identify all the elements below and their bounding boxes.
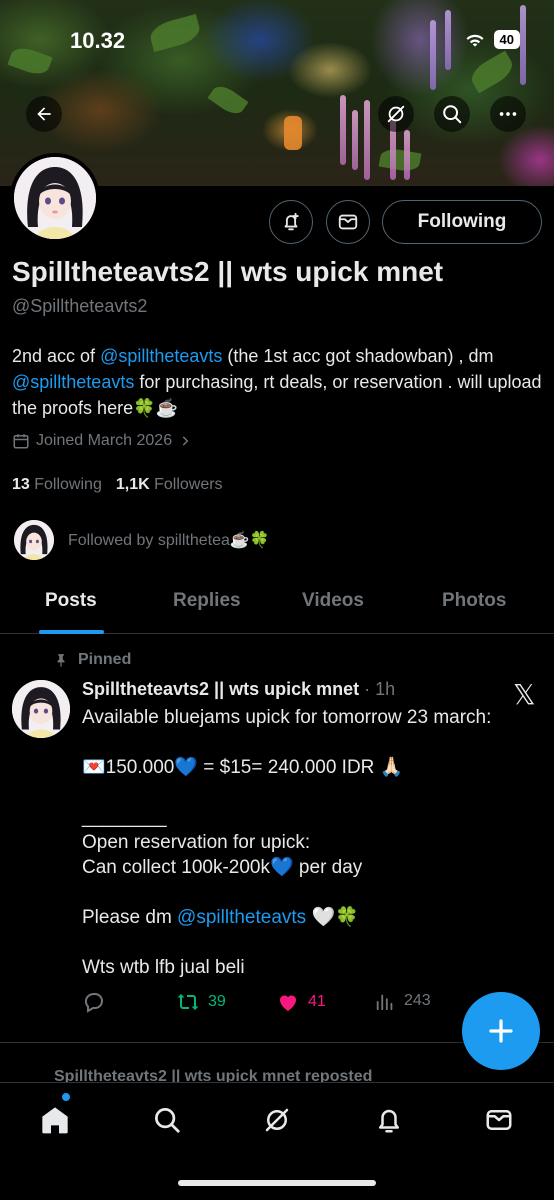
post-text: Available bluejams upick for tomorrow 23… — [82, 705, 542, 980]
post-time: · 1h — [359, 679, 396, 699]
bio-text: 2nd acc of — [12, 346, 101, 366]
pin-icon — [57, 654, 65, 667]
battery-indicator: 40 — [493, 30, 520, 49]
grok-icon — [265, 1108, 289, 1132]
banner-leaf — [7, 43, 53, 79]
nav-grok[interactable] — [260, 1103, 294, 1137]
tab-videos[interactable]: Videos — [302, 590, 364, 612]
following-button[interactable]: Following — [382, 200, 542, 244]
follow-counts: 13 Following 1,1K Followers — [12, 476, 223, 494]
bio-text: (the 1st acc got shadowban) , dm — [222, 346, 494, 366]
post-line: Please dm @spilltheteavts 🤍🍀 — [82, 907, 359, 928]
followed-by-text: Followed by spillthetea☕🍀 — [68, 532, 270, 549]
active-tab-indicator — [39, 630, 104, 634]
search-button[interactable] — [434, 96, 470, 132]
bell-icon — [379, 1109, 399, 1133]
banner-wisteria — [445, 10, 451, 70]
reply-button[interactable] — [82, 990, 106, 1014]
banner-leaf — [466, 50, 518, 94]
profile-avatar[interactable] — [10, 153, 100, 243]
compose-button[interactable] — [462, 992, 540, 1070]
status-time: 10.32 — [70, 28, 126, 53]
home-unread-dot — [62, 1093, 70, 1101]
post-line: Can collect 100k-200k💙 per day — [82, 857, 363, 878]
post-line: Wts wtb lfb jual beli — [82, 957, 245, 978]
banner-wisteria — [364, 100, 370, 180]
nav-notifications[interactable] — [372, 1103, 406, 1137]
banner-leaf — [378, 146, 422, 174]
notify-button[interactable] — [269, 200, 313, 244]
avatar-illustration — [14, 520, 54, 560]
wifi-icon — [465, 34, 484, 47]
profile-name: Spilltheteavts2 || wts upick mnet — [12, 256, 444, 287]
more-button[interactable] — [490, 96, 526, 132]
like-button[interactable]: 41 — [276, 990, 326, 1014]
post-header: Spilltheteavts2 || wts upick mnet · 1h — [82, 679, 395, 700]
banner-leaf — [147, 13, 203, 53]
pinned-label: Pinned — [54, 651, 131, 669]
profile-handle: @Spilltheteavts2 — [12, 296, 148, 316]
repost-count: 39 — [208, 993, 226, 1010]
tab-posts[interactable]: Posts — [45, 590, 97, 612]
back-arrow-icon — [37, 107, 51, 121]
heart-icon — [280, 995, 296, 1011]
calendar-icon — [13, 434, 29, 449]
nav-messages[interactable] — [482, 1103, 516, 1137]
followers-count-link[interactable]: 1,1K Followers — [116, 476, 223, 494]
banner-leaf — [207, 81, 249, 119]
post-line: 💌150.000💙 = $15= 240.000 IDR 🙏🏻 — [82, 757, 404, 778]
nav-search[interactable] — [150, 1103, 184, 1137]
notify-bell-plus-icon — [284, 212, 299, 231]
banner-wisteria — [430, 20, 436, 90]
avatar-illustration — [12, 680, 70, 738]
chevron-right-icon — [182, 436, 189, 446]
tab-photos[interactable]: Photos — [442, 590, 506, 612]
joined-date[interactable]: Joined March 2026 — [12, 432, 192, 450]
mail-icon — [486, 1110, 512, 1130]
post-mention-link[interactable]: @spilltheteavts — [177, 907, 306, 928]
back-button[interactable] — [26, 96, 62, 132]
message-button[interactable] — [326, 200, 370, 244]
nav-home[interactable] — [38, 1103, 72, 1137]
views-icon — [376, 994, 393, 1011]
banner-wisteria — [520, 5, 526, 85]
search-icon — [443, 105, 462, 124]
more-icon — [499, 112, 517, 116]
profile-bio: 2nd acc of @spilltheteavts (the 1st acc … — [12, 343, 542, 421]
bio-mention-link[interactable]: @spilltheteavts — [100, 346, 222, 366]
avatar-illustration — [14, 157, 96, 239]
banner-lantern — [284, 116, 302, 150]
search-icon — [155, 1108, 180, 1133]
banner-wisteria — [404, 130, 410, 180]
bio-mention-link[interactable]: @spilltheteavts — [12, 372, 134, 392]
views-button[interactable]: 243 — [374, 990, 431, 1012]
repost-icon — [177, 994, 199, 1010]
post-line: Open reservation for upick: — [82, 832, 311, 853]
grok-button[interactable] — [378, 96, 414, 132]
reply-icon — [84, 993, 103, 1013]
banner-wisteria — [340, 95, 346, 165]
banner-wisteria — [352, 110, 358, 170]
following-count-link[interactable]: 13 Following — [12, 476, 102, 494]
joined-text: Joined March 2026 — [36, 432, 173, 449]
grok-icon — [387, 105, 405, 123]
post-line: Available bluejams upick for tomorrow 23… — [82, 707, 492, 728]
post-author-avatar[interactable] — [12, 680, 70, 738]
status-indicators: 40 — [464, 30, 520, 49]
view-count: 243 — [404, 992, 431, 1009]
compose-plus-icon — [489, 1019, 513, 1043]
post-author-name[interactable]: Spilltheteavts2 || wts upick mnet — [82, 679, 359, 699]
tab-replies[interactable]: Replies — [173, 590, 241, 612]
message-icon — [338, 214, 358, 230]
profile-tabs: Posts Replies Videos Photos — [0, 576, 554, 634]
follower-avatar — [14, 520, 54, 560]
repost-button[interactable]: 39 — [176, 990, 226, 1014]
post-line: ________ — [82, 807, 167, 828]
followed-by[interactable]: Followed by spillthetea☕🍀 — [14, 520, 270, 560]
like-count: 41 — [308, 993, 326, 1010]
home-indicator — [178, 1180, 376, 1186]
home-icon — [42, 1107, 68, 1134]
